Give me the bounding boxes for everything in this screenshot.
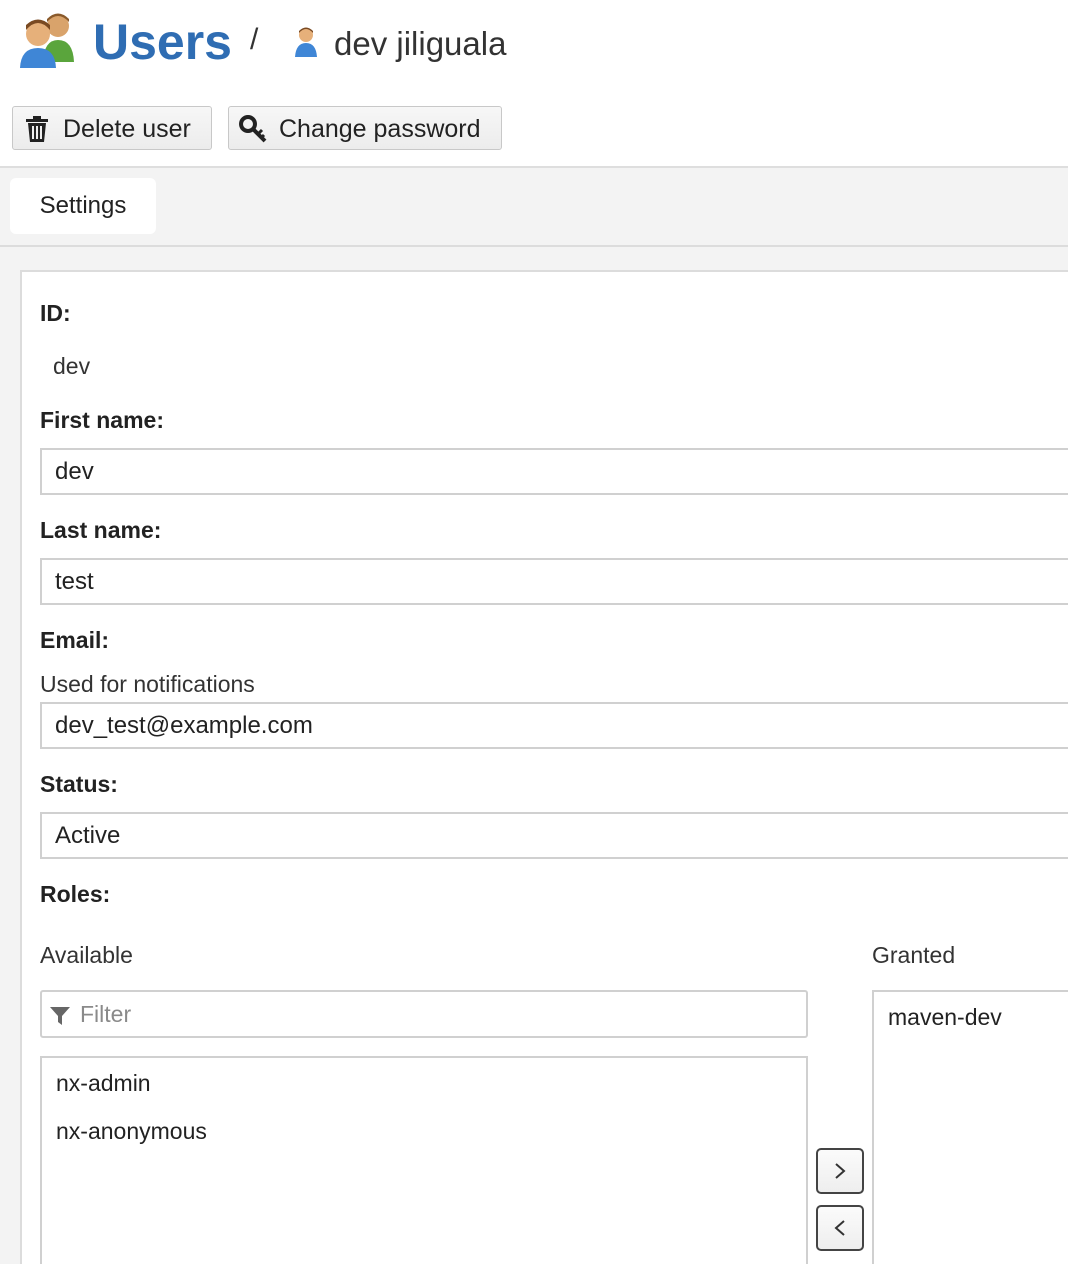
delete-user-button[interactable]: Delete user — [12, 106, 212, 150]
tab-settings[interactable]: Settings — [10, 178, 156, 234]
roles-label: Roles: — [40, 881, 111, 907]
user-settings-page: Users / dev jiliguala Delete user Change… — [0, 0, 1068, 1264]
change-password-label: Change password — [279, 115, 481, 143]
breadcrumb-user-name: dev jiliguala — [334, 25, 507, 62]
tab-bar: Settings — [0, 168, 1068, 247]
granted-roles-list[interactable]: maven-dev — [872, 990, 1068, 1264]
available-roles-list[interactable]: nx-admin nx-anonymous — [40, 1056, 808, 1264]
delete-user-label: Delete user — [63, 115, 191, 143]
email-label: Email: — [40, 627, 110, 653]
key-icon — [239, 115, 267, 143]
page-header: Users / dev jiliguala — [0, 0, 1068, 92]
filter-icon — [50, 1007, 70, 1025]
chevron-left-icon — [834, 1220, 845, 1236]
email-field[interactable]: dev_test@example.com — [40, 702, 1068, 749]
email-help-text: Used for notifications — [40, 671, 255, 697]
available-roles-label: Available — [40, 942, 133, 968]
roles-filter-input[interactable]: Filter — [40, 990, 808, 1038]
change-password-button[interactable]: Change password — [228, 106, 502, 150]
breadcrumb-separator: / — [250, 23, 259, 56]
last-name-label: Last name: — [40, 517, 162, 543]
page-title[interactable]: Users — [93, 10, 232, 74]
move-right-button[interactable] — [816, 1148, 864, 1194]
filter-placeholder: Filter — [80, 1001, 132, 1027]
toolbar: Delete user Change password — [0, 92, 1068, 168]
first-name-label: First name: — [40, 407, 164, 433]
chevron-right-icon — [835, 1163, 846, 1179]
status-select[interactable]: Active — [40, 812, 1068, 859]
users-icon — [20, 13, 74, 68]
last-name-field[interactable]: test — [40, 558, 1068, 605]
list-item[interactable]: nx-anonymous — [56, 1116, 207, 1146]
status-label: Status: — [40, 771, 118, 797]
trash-icon — [26, 116, 48, 142]
id-label: ID: — [40, 300, 71, 326]
user-icon — [295, 27, 317, 57]
granted-roles-label: Granted — [872, 942, 956, 968]
move-left-button[interactable] — [816, 1205, 864, 1251]
list-item[interactable]: nx-admin — [56, 1068, 151, 1098]
first-name-field[interactable]: dev — [40, 448, 1068, 495]
id-value: dev — [53, 353, 91, 379]
list-item[interactable]: maven-dev — [888, 1002, 1002, 1032]
